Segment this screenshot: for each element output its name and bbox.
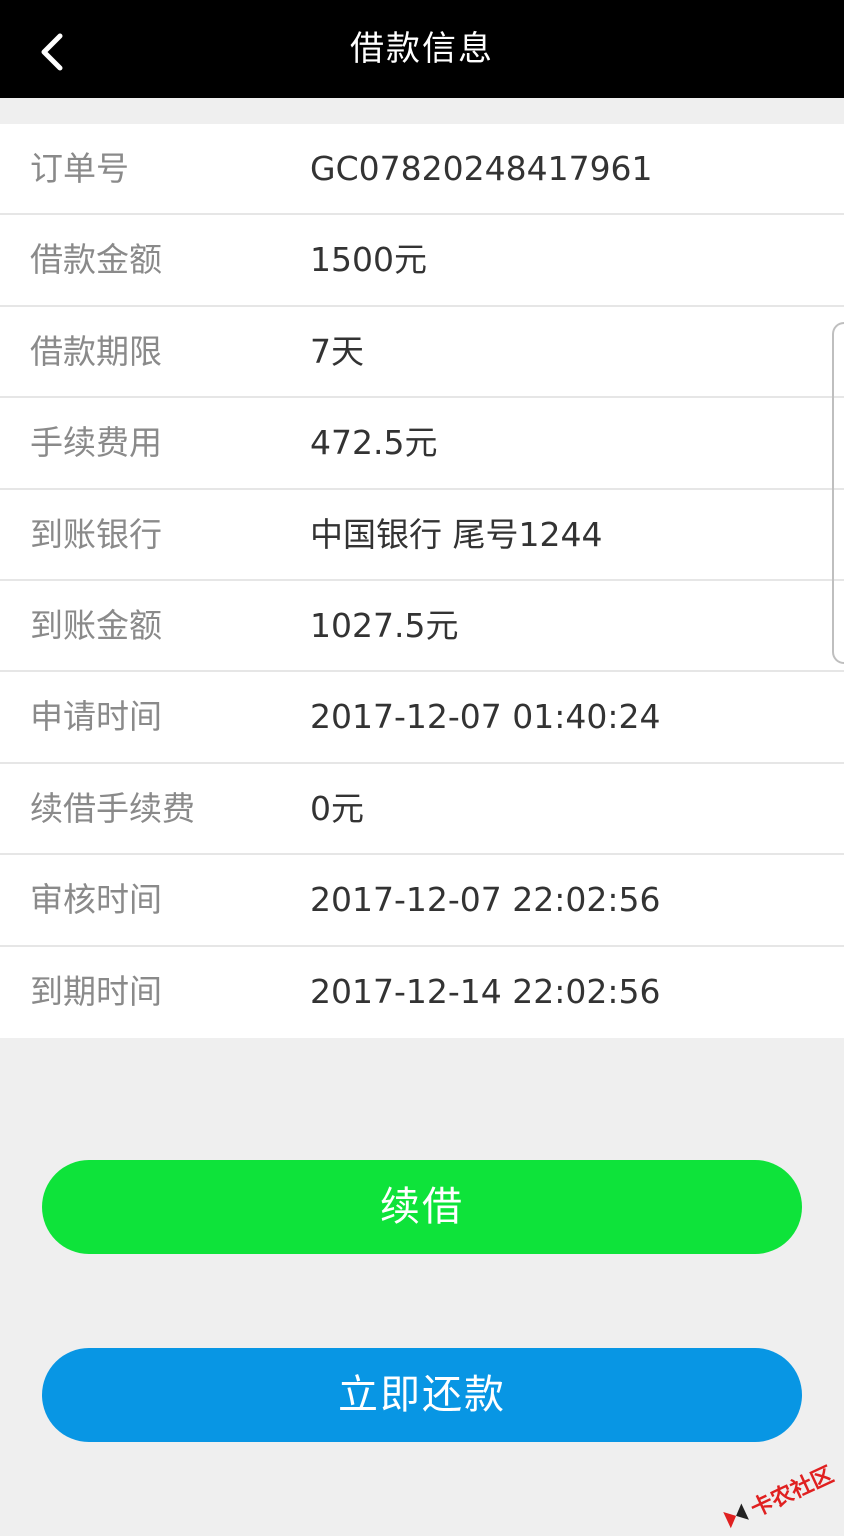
info-value: 1027.5元	[310, 605, 459, 645]
info-row-renew-fee: 续借手续费 0元	[0, 764, 844, 856]
info-value: 2017-12-14 22:02:56	[310, 971, 661, 1011]
info-value: GC07820248417961	[310, 149, 653, 188]
repay-now-button[interactable]: 立即还款	[42, 1348, 802, 1442]
info-label: 手续费用	[30, 423, 162, 463]
info-row-loan-amount: 借款金额 1500元	[0, 215, 844, 307]
info-value: 中国银行 尾号1244	[310, 514, 603, 554]
info-row-bank: 到账银行 中国银行 尾号1244	[0, 490, 844, 581]
info-label: 到账银行	[30, 514, 162, 554]
info-row-fee: 手续费用 472.5元	[0, 398, 844, 490]
info-label: 到期时间	[30, 971, 162, 1011]
info-value: 1500元	[310, 240, 427, 280]
info-row-received-amount: 到账金额 1027.5元	[0, 581, 844, 673]
info-row-due-time: 到期时间 2017-12-14 22:02:56	[0, 947, 844, 1038]
info-value: 7天	[310, 331, 364, 371]
loan-info-list: 订单号 GC07820248417961 借款金额 1500元 借款期限 7天 …	[0, 124, 844, 1038]
info-label: 申请时间	[30, 697, 162, 737]
watermark: 卡农社区	[718, 1457, 838, 1536]
info-label: 审核时间	[30, 880, 162, 920]
info-value: 2017-12-07 01:40:24	[310, 697, 661, 737]
info-label: 借款期限	[30, 331, 162, 371]
edge-swipe-handle[interactable]	[832, 322, 844, 664]
info-value: 472.5元	[310, 423, 438, 463]
info-label: 到账金额	[30, 605, 162, 645]
info-label: 续借手续费	[30, 788, 195, 828]
top-bar: 借款信息	[0, 0, 844, 98]
info-row-review-time: 审核时间 2017-12-07 22:02:56	[0, 855, 844, 947]
info-value: 2017-12-07 22:02:56	[310, 880, 661, 920]
info-row-loan-term: 借款期限 7天	[0, 307, 844, 399]
watermark-text: 卡农社区	[747, 1462, 838, 1523]
renew-button[interactable]: 续借	[42, 1160, 802, 1254]
info-row-order-number: 订单号 GC07820248417961	[0, 124, 844, 216]
info-row-apply-time: 申请时间 2017-12-07 01:40:24	[0, 672, 844, 764]
watermark-logo-icon	[723, 1503, 749, 1529]
page-title: 借款信息	[350, 29, 494, 69]
info-label: 借款金额	[30, 240, 162, 280]
info-label: 订单号	[30, 149, 129, 188]
info-value: 0元	[310, 788, 364, 828]
